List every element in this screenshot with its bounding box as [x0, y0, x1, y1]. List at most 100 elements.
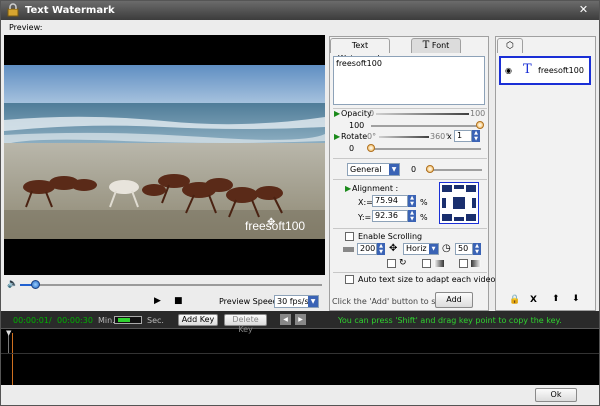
close-icon[interactable]: ✕: [576, 3, 591, 17]
rotate-label: Rotate: [341, 132, 368, 141]
mode-value: 0: [411, 165, 417, 174]
ok-button[interactable]: Ok: [535, 388, 577, 402]
x-value: 75.94: [375, 196, 398, 205]
y-spinner[interactable]: ▲ ▼: [408, 210, 416, 222]
scroll-speed-icon: [343, 247, 354, 252]
x-label: X:=: [358, 198, 373, 207]
x-unit: %: [420, 198, 428, 207]
seek-track[interactable]: [20, 284, 322, 286]
add-key-label: Add Key: [181, 315, 215, 324]
timeline-toolbar: 00:00:01 / 00:00:30 Min. Sec. Add Key De…: [1, 311, 599, 334]
chevron-down-icon[interactable]: ▼: [429, 244, 438, 254]
preview-speed-value: 30 fps/s: [277, 297, 309, 306]
rotate-multiplier-spinner[interactable]: ▲ ▼: [472, 130, 480, 142]
add-key-button[interactable]: Add Key: [178, 314, 218, 326]
opacity-slider-knob[interactable]: [476, 121, 484, 129]
alignment-grid-icon[interactable]: [439, 182, 479, 224]
text-layer-t-icon: T: [523, 62, 532, 77]
rotate-multiplier-label: x: [447, 132, 452, 141]
scroll-fade-checkbox[interactable]: [422, 259, 431, 268]
mode-slider-knob[interactable]: [426, 165, 434, 173]
scroll-time-value: 50: [458, 244, 469, 253]
preview-speed-label: Preview Speed:: [219, 297, 281, 306]
x-spinner[interactable]: ▲ ▼: [408, 195, 416, 207]
preview-speed-select[interactable]: 30 fps/s ▼: [274, 295, 319, 308]
next-key-icon[interactable]: ▶: [295, 314, 306, 325]
delete-key-label: Delete Key: [232, 315, 259, 334]
auto-size-checkbox[interactable]: [345, 275, 354, 284]
tab-font-label: Font: [431, 41, 450, 50]
scroll-time-spinner[interactable]: ▲ ▼: [473, 243, 481, 255]
playhead-marker[interactable]: ▼: [6, 329, 11, 337]
auto-size-label: Auto text size to adapt each videos.: [358, 275, 503, 284]
scroll-speed-spinner[interactable]: ▲ ▼: [377, 243, 385, 255]
delete-key-button[interactable]: Delete Key: [224, 314, 267, 334]
opacity-arrow-icon: ▶: [334, 109, 341, 118]
prev-key-icon[interactable]: ◀: [280, 314, 291, 325]
opacity-min: 0: [369, 109, 375, 118]
add-button-label: Add: [446, 295, 462, 304]
mode-select-value: General: [350, 165, 382, 174]
playhead-line: [12, 333, 13, 385]
list-item-label: freesoft100: [538, 66, 584, 75]
lock-icon[interactable]: 🔒: [509, 295, 520, 305]
play-icon[interactable]: ▶: [154, 296, 161, 306]
video-frame-image: [4, 65, 325, 275]
rotate-slider-knob[interactable]: [367, 144, 375, 152]
timeline-track: [1, 353, 599, 354]
list-tab[interactable]: ⬡: [497, 38, 523, 53]
opacity-label: Opacity: [341, 109, 372, 118]
scroll-time-input[interactable]: 50: [455, 243, 473, 255]
mode-slider-track[interactable]: [426, 169, 482, 171]
scroll-speed-value: 200: [360, 244, 376, 253]
min-label: Min.: [98, 316, 115, 325]
preview-label: Preview:: [9, 23, 43, 32]
watermark-text-input[interactable]: [333, 56, 485, 105]
chevron-down-icon[interactable]: ▼: [389, 164, 399, 175]
move-up-icon[interactable]: ⬆: [552, 294, 560, 304]
scroll-loop-checkbox[interactable]: [387, 259, 396, 268]
scroll-direction-value: Horiz: [406, 244, 427, 253]
stop-icon[interactable]: ■: [174, 296, 183, 306]
chevron-down-icon[interactable]: ▼: [308, 296, 318, 307]
rotate-multiplier-input[interactable]: 1: [454, 130, 472, 142]
move-down-icon[interactable]: ⬇: [572, 294, 580, 304]
tab-text-watermark[interactable]: Text Watermark: [330, 38, 390, 63]
timeline-hint: You can press 'Shift' and drag key point…: [338, 316, 562, 325]
list-item[interactable]: ◉ T freesoft100: [499, 56, 591, 85]
enable-scrolling-checkbox[interactable]: [345, 232, 354, 241]
y-value: 92.36: [375, 211, 398, 220]
tab-font[interactable]: T Font: [411, 38, 461, 53]
opacity-slider-track[interactable]: [371, 125, 481, 127]
fade-gradient-icon: [434, 260, 444, 267]
rotate-multiplier-value: 1: [457, 131, 463, 140]
bottom-bar: Ok: [1, 385, 599, 405]
y-unit: %: [420, 213, 428, 222]
mode-select[interactable]: General ▼: [347, 163, 400, 176]
scroll-direction-select[interactable]: Horiz ▼: [403, 243, 439, 255]
x-input[interactable]: 75.94: [372, 195, 408, 207]
seek-bar-row: 🔈: [4, 277, 325, 293]
volume-icon[interactable]: 🔈: [7, 279, 18, 289]
video-preview: freesoft100 ✥: [4, 35, 325, 275]
move-cursor-icon: ✥: [267, 217, 276, 228]
sec-label: Sec.: [147, 316, 164, 325]
opacity-value: 100: [349, 121, 365, 130]
eye-icon[interactable]: ◉: [505, 66, 512, 75]
current-time: 00:00:01: [13, 316, 49, 325]
rotate-slider-track[interactable]: [369, 148, 481, 150]
seek-knob[interactable]: [31, 280, 40, 289]
add-button[interactable]: Add: [435, 292, 473, 308]
loop-icon: ↻: [399, 258, 407, 268]
scroll-reverse-checkbox[interactable]: [459, 259, 468, 268]
enable-scrolling-label: Enable Scrolling: [358, 232, 423, 241]
time-separator: /: [49, 316, 52, 325]
reverse-gradient-icon: [471, 260, 481, 267]
y-input[interactable]: 92.36: [372, 210, 408, 222]
direction-arrows-icon: ✥: [389, 243, 398, 254]
scroll-speed-input[interactable]: 200: [357, 243, 377, 255]
y-label: Y:=: [358, 213, 372, 222]
opacity-max: 100: [470, 109, 486, 118]
text-watermark-window: Text Watermark ✕ Preview: freesoft100 ✥ …: [0, 0, 600, 406]
delete-icon[interactable]: X: [530, 295, 537, 305]
